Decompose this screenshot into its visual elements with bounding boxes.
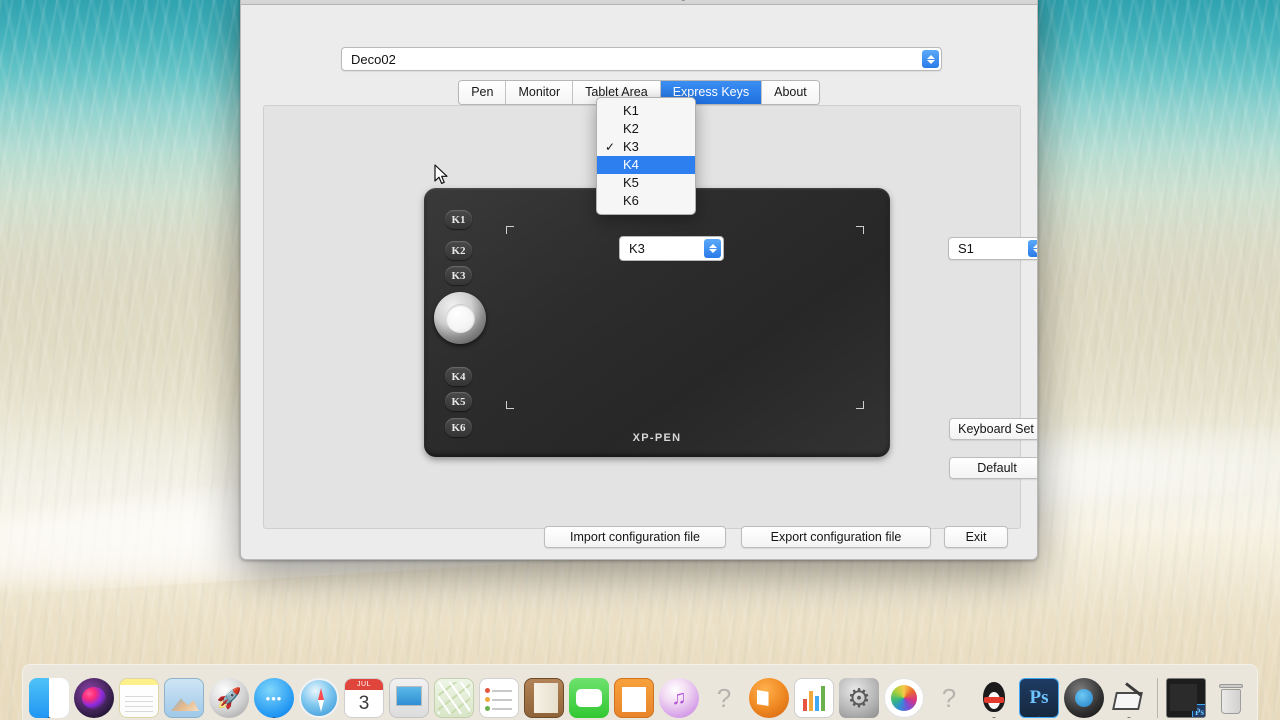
dock-item-launchpad[interactable] (209, 678, 249, 718)
express-key-select-value: K3 (629, 241, 645, 256)
menu-item-k6[interactable]: K6 (597, 192, 695, 210)
dock-item-safari[interactable] (299, 678, 339, 718)
calendar-day-label: 3 (358, 692, 370, 714)
tablet-key-k1[interactable]: K1 (445, 210, 472, 229)
tab-pen[interactable]: Pen (459, 81, 507, 104)
chevron-up-down-icon (704, 239, 721, 258)
express-key-select[interactable]: K3 (619, 236, 724, 261)
keyboard-set-button[interactable]: Keyboard Set (949, 418, 1037, 440)
dock-item-facetime[interactable] (569, 678, 609, 718)
xp-pen-logo: XP-PEN (632, 432, 682, 444)
scroll-wheel-hub (445, 303, 475, 333)
dock-item-pages[interactable] (614, 678, 654, 718)
window-title: PenTabletSetting (241, 0, 1037, 1)
device-select[interactable]: Deco02 (341, 47, 942, 71)
express-key-dropdown-menu[interactable]: K1 K2 K3 K4 K5 K6 (596, 97, 696, 215)
exit-button[interactable]: Exit (944, 526, 1008, 548)
dock: JUL 3 (22, 664, 1258, 720)
tab-monitor[interactable]: Monitor (506, 81, 574, 104)
import-configuration-button[interactable]: Import configuration file (544, 526, 726, 548)
chevron-up-down-icon (922, 50, 939, 68)
dock-item-help[interactable] (704, 678, 744, 718)
export-configuration-button[interactable]: Export configuration file (741, 526, 931, 548)
dock-item-itunes[interactable] (659, 678, 699, 718)
menu-item-k4[interactable]: K4 (597, 156, 695, 174)
menu-item-k3[interactable]: K3 (597, 138, 695, 156)
tablet-key-k5[interactable]: K5 (445, 392, 472, 411)
tab-about[interactable]: About (762, 81, 819, 104)
builtin-function-key-value: S1 (958, 241, 974, 256)
dock-item-pentablet[interactable] (1109, 678, 1149, 718)
dock-item-maps[interactable] (434, 678, 474, 718)
corner-mark-top-left (506, 226, 514, 234)
dock-item-photos[interactable] (884, 678, 924, 718)
dock-item-reminders[interactable] (479, 678, 519, 718)
menu-item-k2[interactable]: K2 (597, 120, 695, 138)
pentabletsetting-window: PenTabletSetting Deco02 Pen Monitor Tabl… (240, 0, 1038, 560)
window-body: Deco02 Pen Monitor Tablet Area Express K… (241, 5, 1037, 559)
dock-item-qq[interactable] (974, 678, 1014, 718)
scroll-wheel-icon[interactable] (434, 292, 486, 344)
tablet-key-k4[interactable]: K4 (445, 367, 472, 386)
calendar-month-label: JUL (345, 679, 383, 690)
dock-item-numbers[interactable] (794, 678, 834, 718)
tablet-key-k2[interactable]: K2 (445, 241, 472, 260)
dock-item-trash[interactable] (1211, 678, 1251, 718)
dock-item-photoshop[interactable] (1019, 678, 1059, 718)
photoshop-badge: Ps (1192, 704, 1205, 717)
dock-item-messages[interactable] (254, 678, 294, 718)
dock-item-system-preferences[interactable] (839, 678, 879, 718)
dock-item-contacts[interactable] (524, 678, 564, 718)
dock-item-notes[interactable] (119, 678, 159, 718)
corner-mark-bottom-right (856, 401, 864, 409)
tablet-illustration: K1 K2 K3 K4 K5 K6 XP-PEN (424, 188, 890, 457)
chevron-up-down-icon (1028, 240, 1037, 257)
dock-item-finder[interactable] (29, 678, 69, 718)
tablet-key-k3[interactable]: K3 (445, 266, 472, 285)
dock-item-minimized-window[interactable]: Ps (1166, 678, 1206, 718)
dock-item-keynote[interactable] (389, 678, 429, 718)
menu-item-k1[interactable]: K1 (597, 102, 695, 120)
corner-mark-top-right (856, 226, 864, 234)
menu-item-k5[interactable]: K5 (597, 174, 695, 192)
dock-item-preview[interactable] (164, 678, 204, 718)
corner-mark-bottom-left (506, 401, 514, 409)
device-select-value: Deco02 (351, 51, 396, 67)
default-button[interactable]: Default (949, 457, 1037, 479)
dock-item-calendar[interactable]: JUL 3 (344, 678, 384, 718)
dock-item-ibooks[interactable] (749, 678, 789, 718)
dock-item-siri[interactable] (74, 678, 114, 718)
dock-separator (1157, 678, 1158, 718)
desktop: PenTabletSetting Deco02 Pen Monitor Tabl… (0, 0, 1280, 720)
builtin-function-key-select[interactable]: S1 (948, 237, 1037, 260)
dock-item-help-2[interactable] (929, 678, 969, 718)
dock-item-quicktime[interactable] (1064, 678, 1104, 718)
